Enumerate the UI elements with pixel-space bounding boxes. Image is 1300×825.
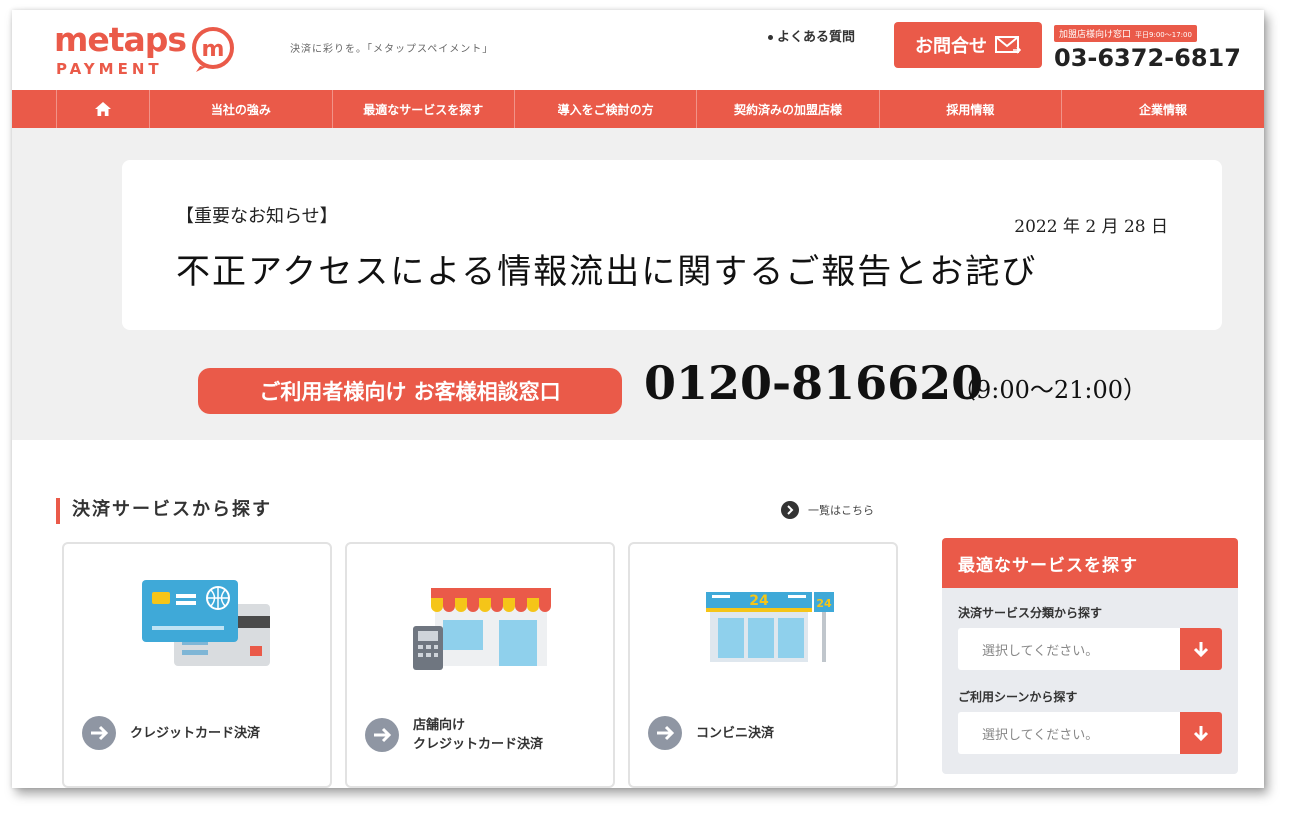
logo-m-icon: m	[192, 27, 234, 72]
customer-support-button[interactable]: ご利用者様向け お客様相談窓口	[198, 368, 622, 414]
merchant-phone-number[interactable]: 03-6372-6817	[1054, 44, 1241, 72]
faq-link[interactable]: よくある質問	[768, 26, 855, 45]
nav-considering[interactable]: 導入をご検討の方	[515, 90, 698, 128]
logo-text: metaps	[54, 20, 187, 59]
credit-card-icon	[142, 580, 270, 666]
main-nav: 当社の強み 最適なサービスを探す 導入をご検討の方 契約済みの加盟店様 採用情報…	[12, 90, 1264, 128]
notice-card[interactable]: 【重要なお知らせ】 2022 年 2 月 28 日 不正アクセスによる情報流出に…	[122, 160, 1222, 330]
contact-button[interactable]: お問合せ	[894, 22, 1042, 68]
site-header: metaps m PAYMENT 決済に彩りを。「メタップスペイメント」 よくあ…	[12, 10, 1264, 90]
select-arrow-button[interactable]	[1180, 628, 1222, 670]
phone-label-text: 加盟店様向け窓口	[1059, 30, 1132, 40]
logo-subtext: PAYMENT	[56, 60, 163, 78]
svg-text:24: 24	[816, 597, 832, 610]
filter-category-label: 決済サービス分類から探す	[958, 606, 1103, 620]
nav-home[interactable]	[56, 90, 151, 128]
tagline: 決済に彩りを。「メタップスペイメント」	[290, 44, 494, 55]
select-arrow-button[interactable]	[1180, 712, 1222, 754]
card-label-line1: クレジットカード決済	[130, 725, 261, 741]
home-icon	[95, 102, 112, 116]
card-label: コンビニ決済	[696, 724, 774, 743]
service-card-credit[interactable]: クレジットカード決済	[62, 542, 332, 788]
nav-recruit[interactable]: 採用情報	[880, 90, 1063, 128]
card-label-row: クレジットカード決済	[82, 716, 260, 750]
hero-section: 【重要なお知らせ】 2022 年 2 月 28 日 不正アクセスによる情報流出に…	[12, 128, 1264, 440]
notice-title: 不正アクセスによる情報流出に関するご報告とお詫び	[176, 252, 1038, 292]
browser-page: metaps m PAYMENT 決済に彩りを。「メタップスペイメント」 よくあ…	[12, 10, 1264, 788]
nav-merchants[interactable]: 契約済みの加盟店様	[697, 90, 880, 128]
find-service-panel: 最適なサービスを探す 決済サービス分類から探す 選択してください。 ご利用シーン…	[942, 538, 1238, 774]
notice-date: 2022 年 2 月 28 日	[1014, 217, 1168, 237]
service-card-store[interactable]: 店舗向け クレジットカード決済	[345, 542, 615, 788]
nav-company[interactable]: 企業情報	[1062, 90, 1264, 128]
filter-scene-select[interactable]: 選択してください。	[958, 712, 1222, 754]
svg-text:m: m	[202, 37, 225, 62]
mail-icon	[995, 36, 1021, 54]
arrow-circle-icon	[82, 716, 116, 750]
bullet-icon	[768, 35, 773, 40]
support-hours: （9:00〜21:00）	[952, 376, 1148, 404]
card-label-row: コンビニ決済	[648, 716, 774, 750]
card-label: 店舗向け クレジットカード決済	[413, 716, 543, 754]
logo[interactable]: metaps m PAYMENT	[54, 20, 244, 84]
support-phone-number[interactable]: 0120-816620	[644, 356, 983, 410]
phone-hours: 平日9:00〜17:00	[1135, 31, 1192, 39]
filter-scene-label: ご利用シーンから探す	[958, 690, 1078, 704]
card-label-row: 店舗向け クレジットカード決済	[365, 716, 543, 754]
panel-title: 最適なサービスを探す	[942, 538, 1238, 588]
view-all-label: 一覧はこちら	[808, 504, 874, 517]
card-label-line1: コンビニ決済	[696, 725, 775, 741]
notice-tag: 【重要なお知らせ】	[176, 206, 338, 227]
phone-label: 加盟店様向け窓口 平日9:00〜17:00	[1054, 25, 1197, 42]
faq-label: よくある質問	[777, 30, 856, 45]
arrow-down-icon	[1193, 726, 1209, 742]
contact-label: お問合せ	[915, 36, 987, 56]
nav-find-service[interactable]: 最適なサービスを探す	[333, 90, 515, 128]
arrow-down-icon	[1193, 642, 1209, 658]
arrow-circle-icon	[781, 501, 799, 519]
arrow-circle-icon	[365, 718, 399, 752]
card-label: クレジットカード決済	[130, 724, 260, 743]
service-card-convenience[interactable]: 24 24 コンビニ決済	[628, 542, 898, 788]
convenience-store-icon: 24 24	[706, 592, 834, 662]
arrow-circle-icon	[648, 716, 682, 750]
merchant-phone-block: 加盟店様向け窓口 平日9:00〜17:00 03-6372-6817	[1054, 22, 1241, 78]
select-value: 選択してください。	[982, 727, 1099, 743]
select-value: 選択してください。	[982, 643, 1099, 659]
section-title: 決済サービスから探す	[56, 498, 272, 524]
view-all-link[interactable]: 一覧はこちら	[780, 500, 874, 520]
store-icon	[413, 588, 551, 670]
card-label-line2: クレジットカード決済	[413, 737, 544, 752]
nav-strengths[interactable]: 当社の強み	[150, 90, 333, 128]
card-label-line1: 店舗向け	[413, 718, 466, 733]
filter-category-select[interactable]: 選択してください。	[958, 628, 1222, 670]
svg-text:24: 24	[749, 593, 769, 609]
